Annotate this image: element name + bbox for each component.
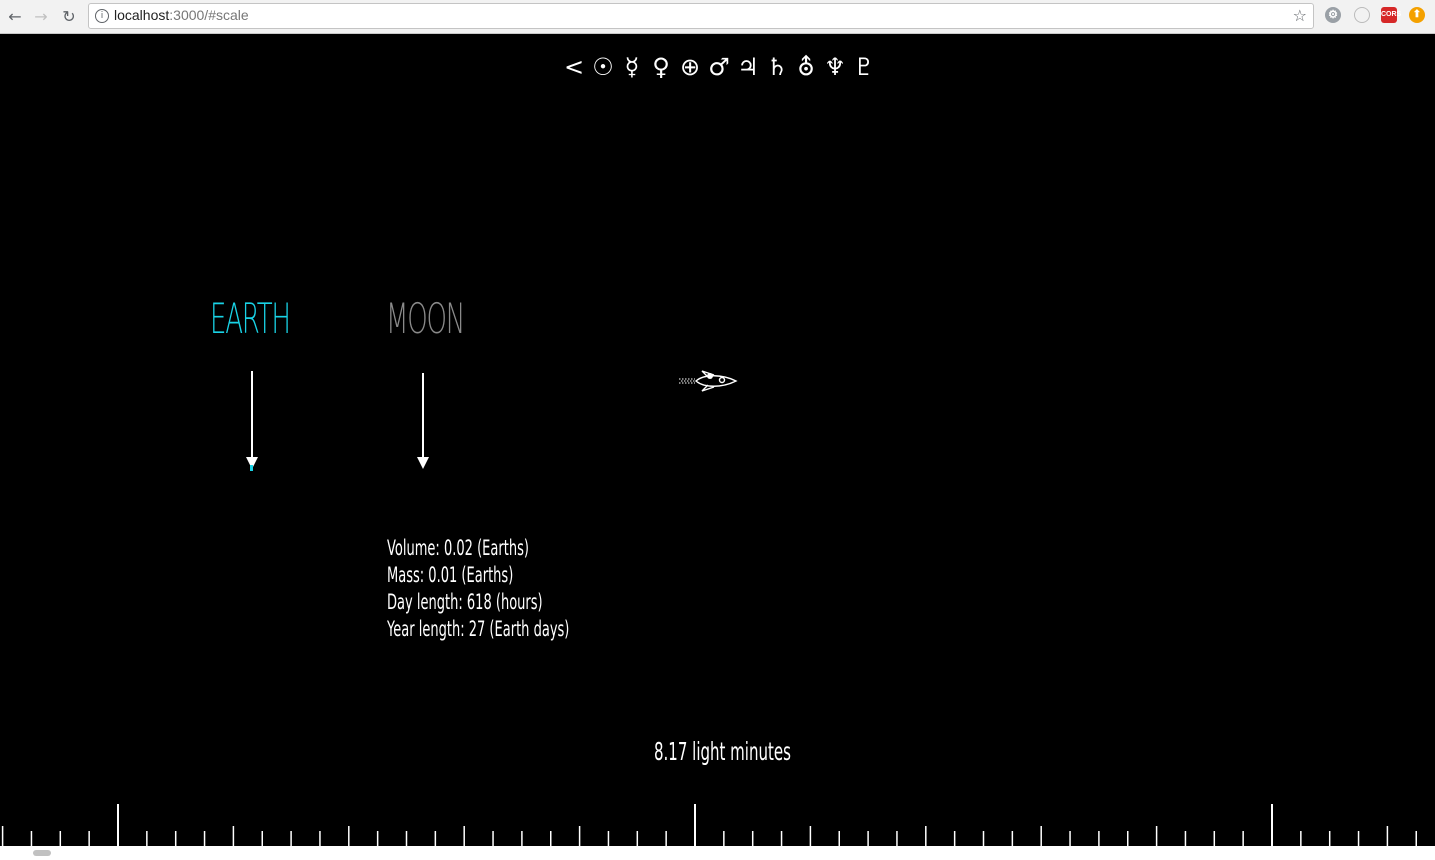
url-text[interactable]: localhost:3000/#scale <box>114 7 249 23</box>
back-icon[interactable]: ← <box>4 5 26 27</box>
moon-title[interactable]: MOON <box>386 294 465 343</box>
url-host: localhost <box>114 7 170 23</box>
rocket-icon <box>679 370 738 392</box>
mercury-icon[interactable]: ☿ <box>620 52 644 82</box>
reload-icon[interactable]: ↻ <box>58 5 80 27</box>
earth-marker <box>250 465 253 471</box>
earth-arrow <box>246 371 258 469</box>
address-bar[interactable]: i localhost:3000/#scale ☆ <box>88 3 1314 29</box>
moon-volume: Volume: 0.02 (Earths) <box>387 536 529 560</box>
forward-icon[interactable]: → <box>30 5 52 27</box>
earth-title[interactable]: EARTH <box>210 294 291 343</box>
earth-icon[interactable]: ⊕ <box>678 52 702 82</box>
moon-mass: Mass: 0.01 (Earths) <box>387 563 514 587</box>
url-path: :3000/#scale <box>169 7 249 23</box>
mars-icon[interactable]: ♂ <box>707 52 731 82</box>
planet-nav: < ☉ ☿ ♀ ⊕ ♂ ♃ ♄ ⛢ ♆ ♇ <box>562 52 876 82</box>
pluto-icon[interactable]: ♇ <box>852 52 876 82</box>
distance-readout: 8.17 light minutes <box>654 737 791 766</box>
neptune-icon[interactable]: ♆ <box>823 52 847 82</box>
distance-ruler <box>1 804 1417 846</box>
saturn-icon[interactable]: ♄ <box>765 52 789 82</box>
jupiter-icon[interactable]: ♃ <box>736 52 760 82</box>
browser-toolbar: ← → ↻ i localhost:3000/#scale ☆ ⚙ CORS ⬆ <box>0 0 1435 34</box>
moon-arrow <box>417 373 429 469</box>
moon-info-panel: Volume: 0.02 (Earths) Mass: 0.01 (Earths… <box>387 535 569 643</box>
gear-icon[interactable]: ⚙ <box>1325 7 1341 23</box>
sun-icon[interactable]: ☉ <box>591 52 615 82</box>
cors-extension-icon[interactable]: CORS <box>1381 7 1401 23</box>
uranus-icon[interactable]: ⛢ <box>794 52 818 82</box>
moon-year-length: Year length: 27 (Earth days) <box>387 617 570 641</box>
bookmark-star-icon[interactable]: ☆ <box>1293 6 1307 25</box>
scale-page: < ☉ ☿ ♀ ⊕ ♂ ♃ ♄ ⛢ ♆ ♇ EARTH MOON Volume:… <box>0 34 1435 860</box>
up-arrow-icon[interactable]: ⬆ <box>1409 7 1425 23</box>
back-chevron-icon[interactable]: < <box>562 52 586 82</box>
venus-icon[interactable]: ♀ <box>649 52 673 82</box>
circle-icon[interactable] <box>1354 7 1370 23</box>
moon-day-length: Day length: 618 (hours) <box>387 590 543 614</box>
horizontal-scrollbar[interactable] <box>0 846 1435 860</box>
scrollbar-thumb[interactable] <box>33 850 51 856</box>
info-icon[interactable]: i <box>95 9 109 23</box>
